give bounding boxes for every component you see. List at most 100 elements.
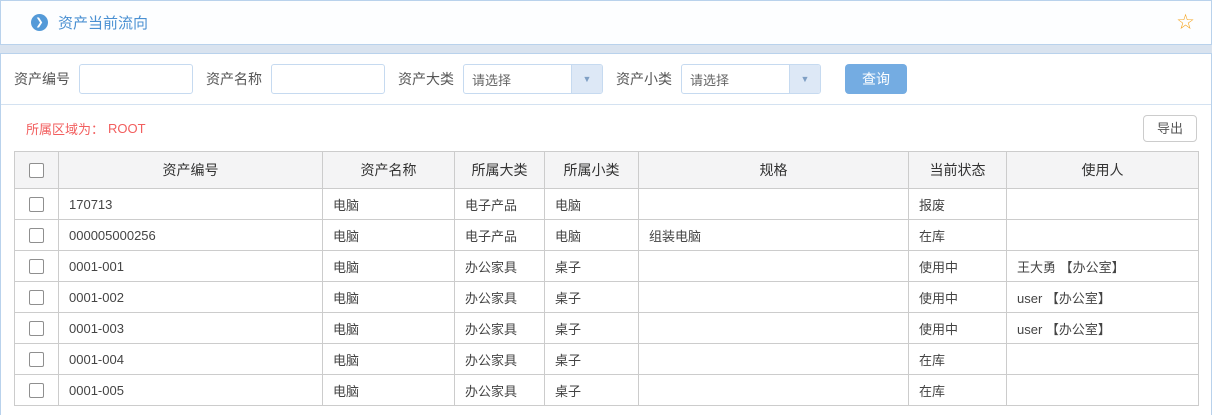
row-select-cell: [14, 250, 59, 282]
chevron-down-icon[interactable]: ▼: [789, 65, 820, 93]
column-header-asset-code: 资产编号: [58, 151, 323, 189]
subcategory-label: 资产小类: [616, 71, 672, 87]
page-title: 资产当前流向: [58, 15, 149, 32]
select-all-cell: [14, 151, 59, 189]
table-row: 0001-002 电脑 办公家具 桌子 使用中 user 【办公室】: [14, 281, 1199, 313]
title-bar: ❯ 资产当前流向 ☆: [0, 0, 1212, 45]
cell-subcategory: 桌子: [544, 250, 639, 282]
cell-spec: [638, 312, 909, 344]
table-row: 0001-001 电脑 办公家具 桌子 使用中 王大勇 【办公室】: [14, 250, 1199, 282]
table-header: 资产编号 资产名称 所属大类 所属小类 规格 当前状态 使用人: [14, 151, 1199, 189]
cell-spec: [638, 281, 909, 313]
table-row: 170713 电脑 电子产品 电脑 报废: [14, 188, 1199, 220]
cell-asset-code: 170713: [58, 188, 323, 220]
table-row: 0001-005 电脑 办公家具 桌子 在库: [14, 374, 1199, 406]
cell-subcategory: 桌子: [544, 343, 639, 375]
cell-spec: [638, 250, 909, 282]
asset-code-input[interactable]: [79, 64, 193, 94]
column-header-category: 所属大类: [454, 151, 545, 189]
table-row: 000005000256 电脑 电子产品 电脑 组装电脑 在库: [14, 219, 1199, 251]
cell-asset-name: 电脑: [322, 188, 455, 220]
cell-asset-code: 0001-004: [58, 343, 323, 375]
cell-subcategory: 桌子: [544, 374, 639, 406]
cell-spec: [638, 343, 909, 375]
row-select-cell: [14, 188, 59, 220]
category-label: 资产大类: [398, 71, 454, 87]
cell-asset-name: 电脑: [322, 281, 455, 313]
cell-subcategory: 电脑: [544, 188, 639, 220]
row-checkbox[interactable]: [29, 290, 44, 306]
column-header-user: 使用人: [1006, 151, 1199, 189]
cell-asset-code: 000005000256: [58, 219, 323, 251]
cell-asset-code: 0001-005: [58, 374, 323, 406]
cell-asset-name: 电脑: [322, 250, 455, 282]
row-checkbox[interactable]: [29, 383, 44, 399]
cell-status: 使用中: [908, 312, 1007, 344]
category-select[interactable]: 请选择 ▼: [463, 64, 603, 94]
cell-subcategory: 电脑: [544, 219, 639, 251]
cell-category: 办公家具: [454, 250, 545, 282]
cell-asset-name: 电脑: [322, 374, 455, 406]
cell-user: [1006, 343, 1199, 375]
category-selected-value: 请选择: [472, 72, 512, 88]
region-bar: 所属区域为： ROOT 导出: [1, 105, 1211, 151]
table-row: 0001-004 电脑 办公家具 桌子 在库: [14, 343, 1199, 375]
export-button[interactable]: 导出: [1142, 114, 1197, 142]
cell-asset-name: 电脑: [322, 343, 455, 375]
cell-spec: 组装电脑: [638, 219, 909, 251]
cell-status: 在库: [908, 374, 1007, 406]
filter-bar: 资产编号 资产名称 资产大类 请选择 ▼ 资产小类 请选择 ▼ 查询: [1, 54, 1211, 105]
cell-user: [1006, 374, 1199, 406]
row-checkbox[interactable]: [29, 259, 44, 275]
cell-asset-code: 0001-003: [58, 312, 323, 344]
subcategory-select[interactable]: 请选择 ▼: [681, 64, 821, 94]
favorite-star-icon[interactable]: ☆: [1176, 12, 1195, 33]
cell-subcategory: 桌子: [544, 312, 639, 344]
region-value: ROOT: [108, 120, 146, 136]
panel-gap: [0, 45, 1212, 53]
row-checkbox[interactable]: [29, 228, 44, 244]
column-header-status: 当前状态: [908, 151, 1007, 189]
cell-category: 办公家具: [454, 281, 545, 313]
cell-status: 在库: [908, 219, 1007, 251]
cell-status: 在库: [908, 343, 1007, 375]
cell-user: 王大勇 【办公室】: [1006, 250, 1199, 282]
cell-category: 办公家具: [454, 312, 545, 344]
column-header-subcategory: 所属小类: [544, 151, 639, 189]
asset-name-label: 资产名称: [206, 71, 262, 87]
row-checkbox[interactable]: [29, 352, 44, 368]
cell-user: [1006, 219, 1199, 251]
cell-user: user 【办公室】: [1006, 312, 1199, 344]
circle-arrow-icon: ❯: [31, 14, 48, 31]
cell-status: 报废: [908, 188, 1007, 220]
cell-asset-name: 电脑: [322, 219, 455, 251]
cell-user: user 【办公室】: [1006, 281, 1199, 313]
main-panel: 资产编号 资产名称 资产大类 请选择 ▼ 资产小类 请选择 ▼ 查询 所属区域为…: [0, 53, 1212, 415]
asset-table: 资产编号 资产名称 所属大类 所属小类 规格 当前状态 使用人 170713 电…: [14, 151, 1199, 406]
asset-name-input[interactable]: [271, 64, 385, 94]
cell-status: 使用中: [908, 250, 1007, 282]
search-button[interactable]: 查询: [845, 64, 907, 94]
cell-category: 办公家具: [454, 374, 545, 406]
row-checkbox[interactable]: [29, 321, 44, 337]
row-select-cell: [14, 281, 59, 313]
cell-spec: [638, 188, 909, 220]
cell-asset-code: 0001-001: [58, 250, 323, 282]
cell-user: [1006, 188, 1199, 220]
chevron-down-icon[interactable]: ▼: [571, 65, 602, 93]
cell-category: 电子产品: [454, 188, 545, 220]
row-select-cell: [14, 312, 59, 344]
cell-status: 使用中: [908, 281, 1007, 313]
subcategory-selected-value: 请选择: [690, 72, 730, 88]
cell-category: 办公家具: [454, 343, 545, 375]
cell-spec: [638, 374, 909, 406]
column-header-asset-name: 资产名称: [322, 151, 455, 189]
table-body: 170713 电脑 电子产品 电脑 报废 000005000256 电脑 电子产…: [14, 188, 1199, 406]
select-all-checkbox[interactable]: [29, 163, 44, 179]
cell-asset-name: 电脑: [322, 312, 455, 344]
column-header-spec: 规格: [638, 151, 909, 189]
cell-category: 电子产品: [454, 219, 545, 251]
row-select-cell: [14, 343, 59, 375]
row-checkbox[interactable]: [29, 197, 44, 213]
row-select-cell: [14, 219, 59, 251]
